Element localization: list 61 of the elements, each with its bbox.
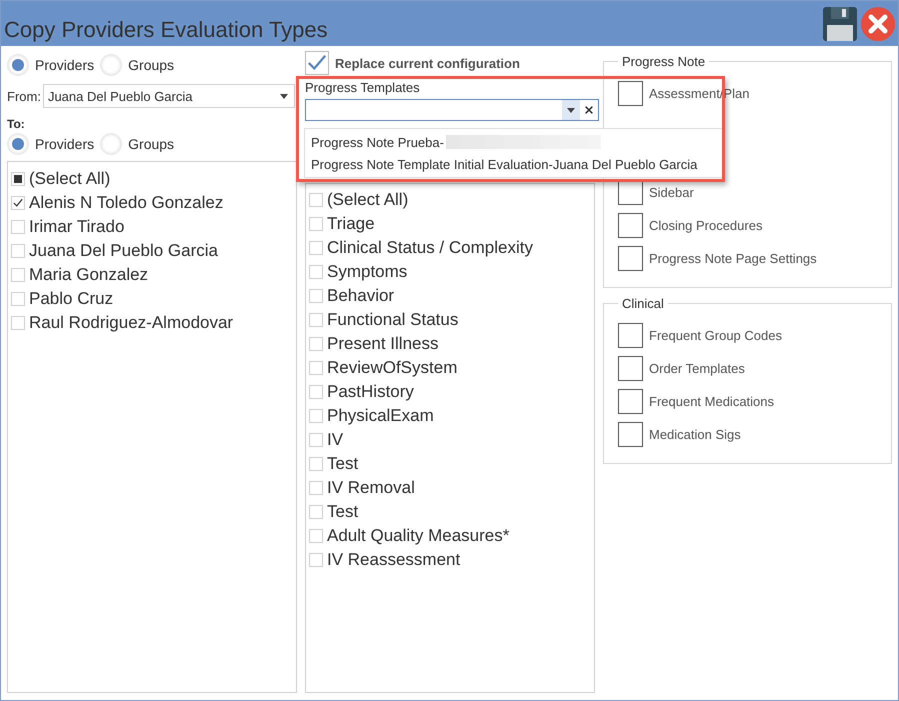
list-item[interactable]: PastHistory bbox=[327, 382, 414, 402]
list-item[interactable]: Clinical Status / Complexity bbox=[327, 238, 533, 258]
list-item[interactable]: Adult Quality Measures* bbox=[327, 526, 510, 546]
checkbox-label[interactable]: Medication Sigs bbox=[649, 427, 741, 442]
list-item[interactable]: PhysicalExam bbox=[327, 406, 434, 426]
list-item[interactable]: (Select All) bbox=[29, 169, 110, 189]
from-label: From: bbox=[7, 88, 41, 104]
checkbox[interactable] bbox=[618, 180, 643, 205]
checkbox-label[interactable]: Frequent Group Codes bbox=[649, 328, 782, 343]
checkbox-label[interactable]: Sidebar bbox=[649, 185, 694, 200]
list-item[interactable]: ReviewOfSystem bbox=[327, 358, 458, 378]
checkbox-label[interactable]: Progress Note Page Settings bbox=[649, 251, 817, 266]
checkmark-icon bbox=[13, 198, 23, 208]
group-title: Clinical bbox=[621, 296, 665, 311]
checkbox-label[interactable]: Order Templates bbox=[649, 361, 745, 376]
checkbox[interactable] bbox=[618, 246, 643, 271]
checkbox[interactable] bbox=[618, 323, 643, 348]
dropdown-icon[interactable] bbox=[562, 100, 580, 120]
list-item[interactable]: (Select All) bbox=[327, 190, 408, 210]
group-title: Progress Note bbox=[621, 54, 706, 69]
checkbox[interactable] bbox=[618, 422, 643, 447]
checkbox[interactable] bbox=[618, 213, 643, 238]
radio-option[interactable]: Groups bbox=[100, 133, 176, 155]
list-item[interactable]: Test bbox=[327, 454, 358, 474]
checkbox-label[interactable]: Frequent Medications bbox=[649, 394, 774, 409]
checkbox-label[interactable]: Replace current configuration bbox=[335, 56, 520, 70]
checkmark-icon bbox=[307, 53, 327, 73]
radio-option[interactable]: Groups bbox=[100, 54, 176, 76]
checkbox[interactable] bbox=[305, 51, 329, 75]
checkbox[interactable] bbox=[618, 81, 643, 106]
list-item[interactable]: Present Illness bbox=[327, 334, 438, 354]
list-item[interactable]: Symptoms bbox=[327, 262, 408, 282]
save-icon[interactable] bbox=[823, 6, 857, 40]
window-title: Copy Providers Evaluation Types bbox=[4, 16, 328, 42]
clear-icon[interactable] bbox=[584, 105, 594, 115]
progress-templates-label: Progress Templates bbox=[305, 80, 421, 95]
template-option[interactable]: Progress Note Prueba- bbox=[311, 134, 444, 150]
caret-icon bbox=[280, 94, 288, 98]
list-item[interactable]: IV Removal bbox=[327, 478, 415, 498]
checkbox[interactable] bbox=[618, 389, 643, 414]
list-item[interactable]: Maria Gonzalez bbox=[29, 265, 148, 285]
to-label: To: bbox=[7, 117, 26, 131]
progress-templates-field[interactable] bbox=[305, 99, 599, 121]
checkbox[interactable] bbox=[618, 356, 643, 381]
close-icon[interactable] bbox=[861, 6, 895, 40]
list-item[interactable]: IV bbox=[327, 430, 344, 450]
list-item[interactable]: Test bbox=[327, 502, 358, 522]
list-item[interactable]: Irimar Tirado bbox=[29, 217, 124, 237]
template-option[interactable]: Progress Note Template Initial Evaluation-Juana Del Pueblo Garcia bbox=[311, 156, 698, 172]
radio-option[interactable]: Providers bbox=[7, 54, 96, 76]
checkbox-label[interactable]: Closing Procedures bbox=[649, 218, 762, 233]
radio-option[interactable]: Providers bbox=[7, 133, 96, 155]
list-item[interactable]: Functional Status bbox=[327, 310, 458, 330]
list-item[interactable]: Alenis N Toledo Gonzalez bbox=[29, 193, 224, 213]
list-item[interactable]: Behavior bbox=[327, 286, 394, 306]
list-item[interactable]: Pablo Cruz bbox=[29, 289, 114, 309]
from-dropdown[interactable]: Juana Del Pueblo Garcia bbox=[42, 84, 295, 108]
list-item[interactable]: Juana Del Pueblo Garcia bbox=[29, 241, 218, 261]
list-item[interactable]: IV Reassessment bbox=[327, 550, 460, 570]
list-item[interactable]: Raul Rodriguez-Almodovar bbox=[29, 313, 234, 333]
list-item[interactable]: Triage bbox=[327, 214, 375, 234]
